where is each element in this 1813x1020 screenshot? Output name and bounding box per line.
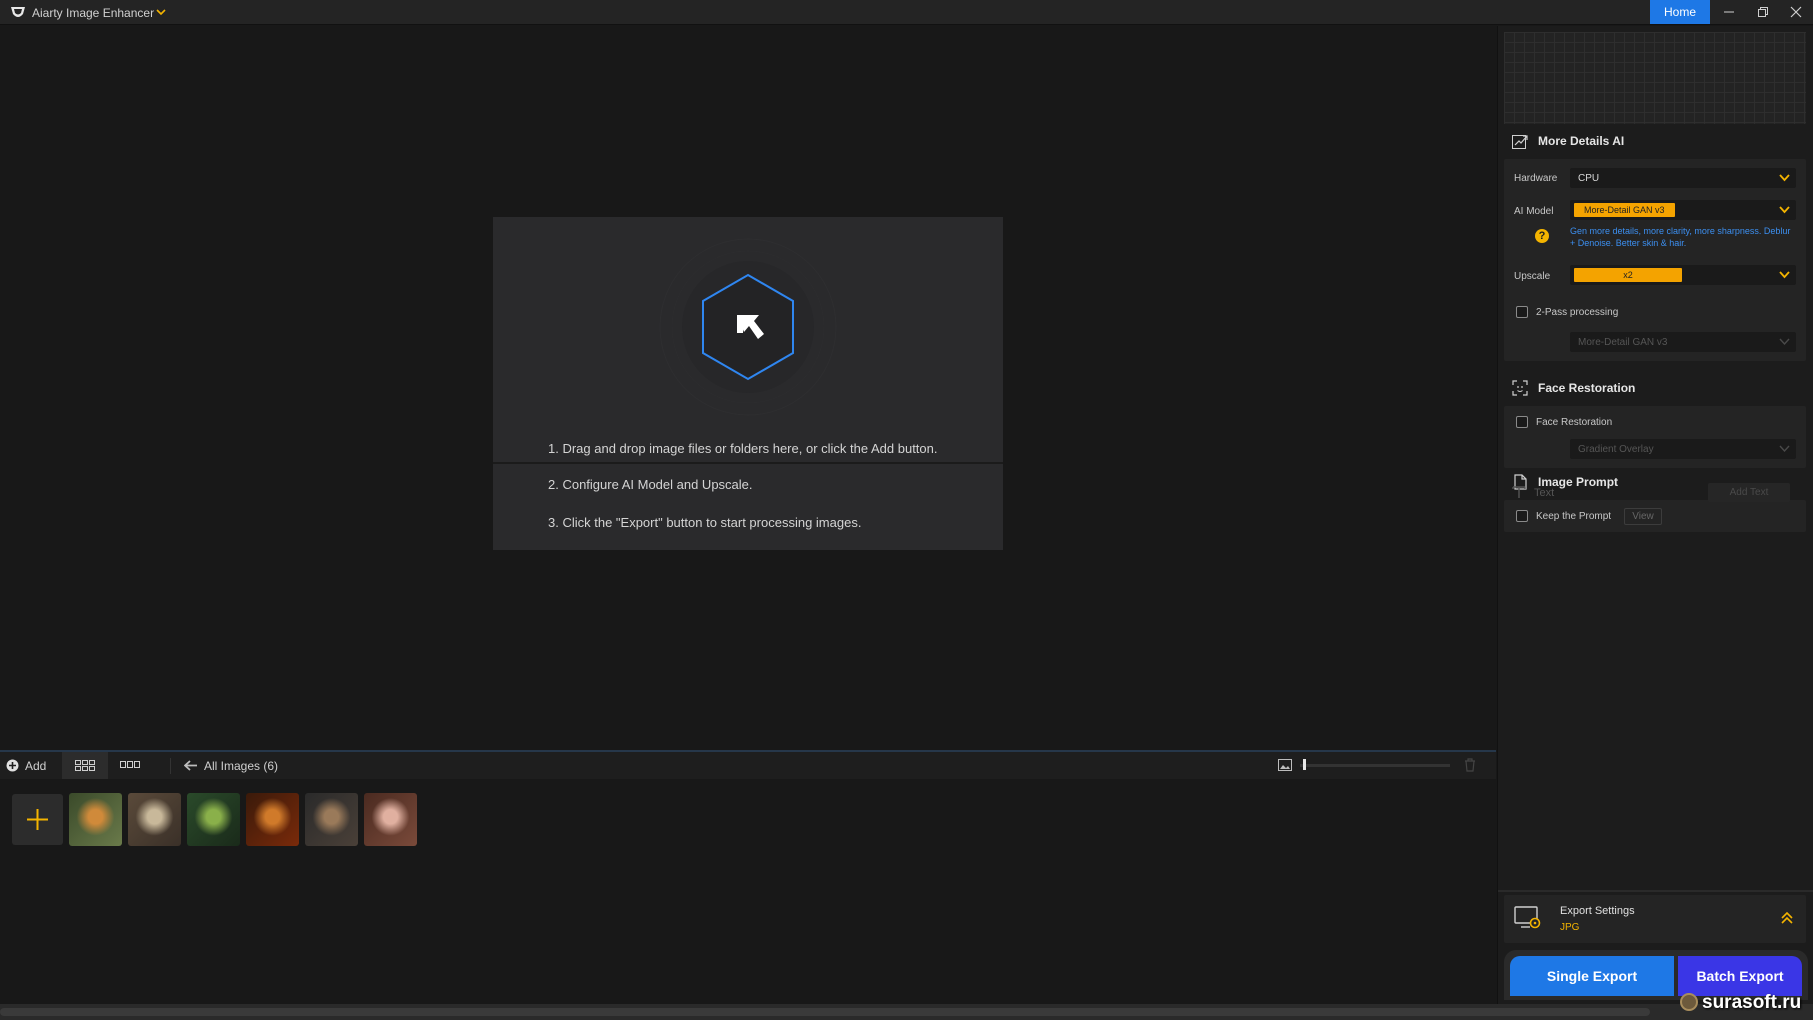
hardware-value: CPU: [1578, 173, 1600, 184]
watermark-logo-icon: [1680, 993, 1698, 1011]
instruction-step-1: 1. Drag and drop image files or folders …: [548, 441, 938, 456]
watermark: surasoft.ru: [1680, 988, 1813, 1018]
more-details-ai-settings: Hardware CPU AI Model More-Detail GAN v3…: [1504, 159, 1806, 361]
image-canvas[interactable]: 1. Drag and drop image files or folders …: [0, 26, 1496, 749]
chevron-down-icon: [1779, 445, 1790, 453]
thumbnail-toolbar: Add All Images (6): [0, 750, 1496, 779]
thumbnail-size-slider[interactable]: [1300, 764, 1450, 767]
face-restoration-model-select[interactable]: Gradient Overlay: [1570, 439, 1796, 459]
grid-view-button[interactable]: [62, 752, 108, 779]
watermark-text: surasoft.ru: [1702, 992, 1802, 1013]
chevron-down-icon: [1779, 206, 1790, 214]
add-label: Add: [25, 759, 47, 773]
settings-panel: More Details AI Hardware CPU AI Model Mo…: [1497, 26, 1813, 1004]
export-format-value: JPG: [1560, 922, 1580, 933]
title-bar: Aiarty Image Enhancer Home: [0, 0, 1813, 25]
restore-button[interactable]: [1746, 0, 1780, 24]
upscale-select[interactable]: x2: [1570, 265, 1796, 285]
strip-view-button[interactable]: [110, 752, 156, 779]
ai-model-label: AI Model: [1514, 206, 1554, 217]
chevron-double-up-icon[interactable]: [1780, 911, 1794, 925]
image-size-icon: [1278, 759, 1292, 771]
chevron-down-icon: [1779, 174, 1790, 182]
thumbnail-frog-forest[interactable]: [187, 793, 240, 846]
add-text-button[interactable]: Add Text: [1708, 483, 1790, 502]
app-title: Aiarty Image Enhancer: [32, 6, 155, 20]
instruction-step-3: 3. Click the "Export" button to start pr…: [548, 515, 862, 530]
thumbnail-woman-portrait[interactable]: [364, 793, 417, 846]
instruction-step-2: 2. Configure AI Model and Upscale.: [548, 477, 753, 492]
keep-prompt-label: Keep the Prompt: [1536, 511, 1612, 522]
horizontal-scrollbar[interactable]: [0, 1004, 1813, 1020]
face-restoration-settings: Face Restoration Gradient Overlay: [1504, 406, 1806, 468]
more-details-ai-header: More Details AI: [1504, 126, 1806, 156]
trash-icon[interactable]: [1464, 758, 1476, 772]
drop-zone-divider: [493, 462, 1003, 464]
ai-model-description: Gen more details, more clarity, more sha…: [1570, 226, 1791, 248]
face-restoration-label: Face Restoration: [1536, 417, 1613, 428]
chevron-down-icon[interactable]: [156, 8, 166, 16]
export-settings-row[interactable]: Export Settings JPG: [1504, 895, 1806, 943]
close-icon: [1790, 6, 1802, 18]
thumbnail-dog-armor[interactable]: [305, 793, 358, 846]
face-restoration-model-value: Gradient Overlay: [1578, 444, 1654, 455]
hardware-select[interactable]: CPU: [1570, 168, 1796, 188]
section-title: Face Restoration: [1538, 381, 1636, 395]
minimize-button[interactable]: [1712, 0, 1746, 24]
scrollbar-thumb[interactable]: [0, 1008, 1650, 1016]
plus-circle-icon: [6, 759, 19, 772]
ai-model-select[interactable]: More-Detail GAN v3: [1570, 200, 1796, 220]
text-tool-icon: [1512, 486, 1526, 498]
restore-icon: [1758, 7, 1768, 17]
chevron-down-icon: [1779, 271, 1790, 279]
thumbnail-burger[interactable]: [246, 793, 299, 846]
add-image-tile[interactable]: [12, 794, 63, 845]
image-prompt-settings: Keep the Prompt View: [1504, 500, 1806, 532]
plus-icon: [27, 809, 48, 830]
thumbnail-owl[interactable]: [128, 793, 181, 846]
add-images-hex-icon[interactable]: [658, 237, 838, 417]
strip-view-icon: [120, 761, 140, 768]
face-restoration-checkbox[interactable]: [1516, 416, 1528, 428]
two-pass-model-value: More-Detail GAN v3: [1578, 337, 1668, 348]
section-title: More Details AI: [1538, 134, 1625, 148]
export-settings-icon: [1514, 906, 1541, 929]
all-images-label[interactable]: All Images (6): [204, 759, 278, 773]
upscale-value: x2: [1574, 268, 1682, 282]
view-prompt-button[interactable]: View: [1624, 508, 1662, 525]
face-restoration-header: Face Restoration: [1504, 373, 1806, 403]
add-button[interactable]: Add: [0, 752, 60, 779]
ai-model-value: More-Detail GAN v3: [1574, 203, 1675, 217]
app-logo-icon: [11, 7, 25, 17]
face-scan-icon: [1512, 380, 1528, 396]
back-arrow-icon[interactable]: [184, 760, 198, 771]
thumbnail-size-slider-handle[interactable]: [1303, 759, 1306, 770]
thumbnail-tiger[interactable]: [69, 793, 122, 846]
grid-view-icon: [75, 760, 95, 771]
two-pass-model-select[interactable]: More-Detail GAN v3: [1570, 332, 1796, 352]
toolbar-separator: [170, 758, 171, 774]
help-icon[interactable]: ?: [1535, 229, 1549, 243]
drop-zone[interactable]: 1. Drag and drop image files or folders …: [493, 217, 1003, 550]
export-divider: [1498, 890, 1813, 892]
chevron-down-icon: [1779, 338, 1790, 346]
thumbnail-strip: [0, 780, 1496, 1004]
two-pass-label: 2-Pass processing: [1536, 307, 1619, 318]
enhance-image-icon: [1512, 135, 1528, 149]
two-pass-checkbox[interactable]: [1516, 306, 1528, 318]
hardware-label: Hardware: [1514, 173, 1558, 184]
minimize-icon: [1724, 11, 1734, 13]
home-button[interactable]: Home: [1650, 0, 1710, 24]
keep-prompt-checkbox[interactable]: [1516, 510, 1528, 522]
export-settings-label: Export Settings: [1560, 905, 1635, 917]
upscale-label: Upscale: [1514, 271, 1551, 282]
close-button[interactable]: [1779, 0, 1813, 24]
histogram-preview: [1504, 32, 1806, 124]
text-label: Text: [1534, 487, 1555, 499]
single-export-button[interactable]: Single Export: [1510, 956, 1674, 996]
